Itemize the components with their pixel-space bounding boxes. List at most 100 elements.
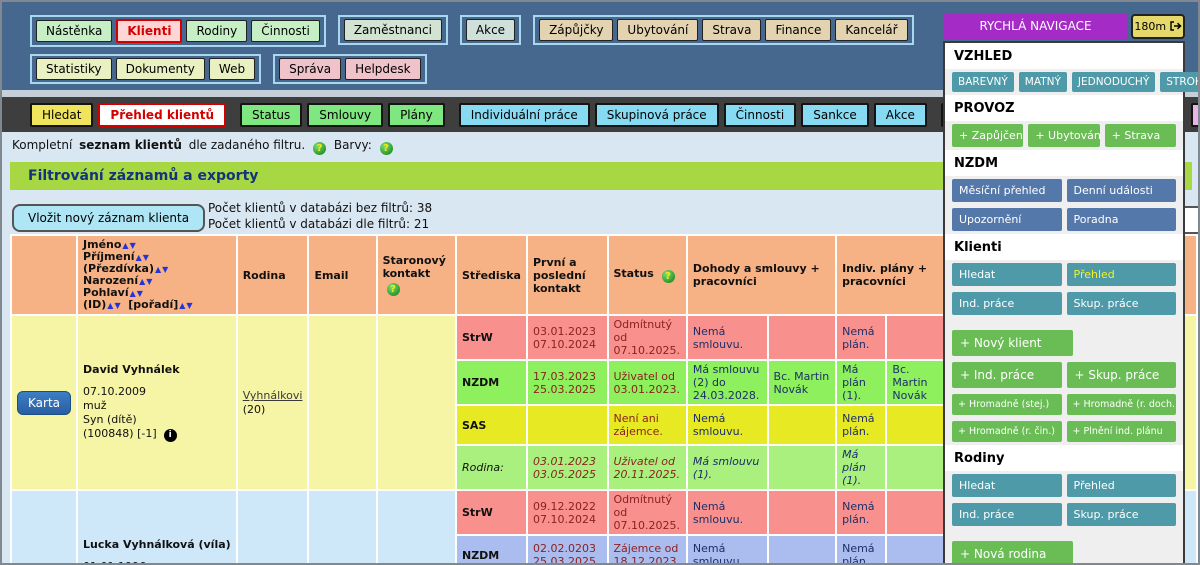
quicknav-nov-rodina[interactable]: + Nová rodina [952, 541, 1073, 565]
help-icon[interactable]: ? [313, 142, 326, 155]
quicknav-p-ehled[interactable]: Přehled [1067, 474, 1177, 497]
sort-asc-icon[interactable]: ▲ [122, 241, 128, 250]
sort-asc-icon[interactable]: ▲ [139, 277, 145, 286]
nav-tab-innosti[interactable]: Činnosti [251, 20, 320, 42]
quicknav-hledat[interactable]: Hledat [952, 263, 1062, 286]
subnav-tab-pl-ny[interactable]: Plány [388, 103, 445, 127]
contract-worker-cell [769, 316, 836, 359]
sort-desc-icon[interactable]: ▼ [143, 253, 149, 262]
quicknav-upozorn-n[interactable]: Upozornění [952, 208, 1062, 231]
contract-text: Nemá smlouvu. [693, 325, 762, 351]
info-icon[interactable]: i [164, 429, 177, 442]
subnav-tab-smlouvy[interactable]: Smlouvy [307, 103, 383, 127]
nav-tab-rodiny[interactable]: Rodiny [186, 20, 247, 42]
panel-section-vzhled: VZHLED [945, 43, 1183, 69]
nav-group: NástěnkaKlientiRodinyČinnosti [30, 15, 326, 47]
contact-date: 07.10.2024 [533, 513, 602, 526]
status-cell: Uživatel od 20.11.2025. [609, 446, 686, 489]
quicknav-p-ehled[interactable]: Přehled [1067, 263, 1177, 286]
center-label: NZDM [457, 536, 526, 565]
quicknav-hledat[interactable]: Hledat [952, 474, 1062, 497]
col-header-centers: Střediska [457, 236, 526, 314]
quicknav-ind-pr-ce[interactable]: Ind. práce [952, 503, 1062, 526]
quicknav-strava[interactable]: + Strava [1105, 124, 1176, 147]
subnav-tab-hledat[interactable]: Hledat [30, 103, 93, 127]
plan-text: Nemá plán. [842, 325, 880, 351]
quicknav-denn-ud-losti[interactable]: Denní události [1067, 179, 1177, 202]
quicknav-ind-pr-ce[interactable]: + Ind. práce [952, 362, 1062, 388]
help-icon[interactable]: ? [380, 142, 393, 155]
contract-cell: Nemá smlouvu. [688, 536, 767, 565]
nav-tab-helpdesk[interactable]: Helpdesk [345, 58, 421, 80]
quicknav-hromadn-r-doch[interactable]: + Hromadně (r. doch.) [1067, 394, 1177, 415]
quicknav-skup-pr-ce[interactable]: + Skup. práce [1067, 362, 1177, 388]
filter-text: dle zadaného filtru. [189, 138, 305, 152]
quicknav-m-s-n-p-ehled[interactable]: Měsíční přehled [952, 179, 1062, 202]
sort-asc-icon[interactable]: ▲ [107, 301, 113, 310]
sort-desc-icon[interactable]: ▼ [162, 265, 168, 274]
nav-tab-dokumenty[interactable]: Dokumenty [116, 58, 205, 80]
family-link[interactable]: Vyhnálkovi [243, 389, 303, 402]
subnav-tab-status[interactable]: Status [240, 103, 302, 127]
quicknav-skup-pr-ce[interactable]: Skup. práce [1067, 292, 1177, 315]
quick-navigation-title[interactable]: RYCHLÁ NAVIGACE [943, 14, 1128, 39]
contact-date: 17.03.2023 [533, 370, 602, 383]
nav-tab-ubytov-n[interactable]: Ubytování [617, 19, 698, 41]
nav-tab-finance[interactable]: Finance [765, 19, 831, 41]
quicknav-ubytov-n[interactable]: + Ubytování [1028, 124, 1099, 147]
sort-asc-icon[interactable]: ▲ [179, 301, 185, 310]
sort-asc-icon[interactable]: ▲ [130, 289, 136, 298]
quicknav-matn[interactable]: MATNÝ [1019, 72, 1067, 92]
subnav-tab-skupinov-pr-ce[interactable]: Skupinová práce [595, 103, 719, 127]
status-text: Uživatel od 03.01.2023. [614, 370, 681, 396]
quicknav-stroh[interactable]: STROHÝ [1160, 72, 1200, 92]
quicknav-skup-pr-ce[interactable]: Skup. práce [1067, 503, 1177, 526]
subnav-tab-individu-ln-pr-ce[interactable]: Individuální práce [459, 103, 590, 127]
count-with-filters: Počet klientů v databázi dle filtrů: 21 [208, 216, 432, 232]
nav-tab-z-p-j-ky[interactable]: Zápůjčky [539, 19, 613, 41]
contract-text: Má smlouvu (2) do 24.03.2028. [693, 363, 762, 402]
sort-desc-icon[interactable]: ▼ [186, 301, 192, 310]
nav-tab-statistiky[interactable]: Statistiky [36, 58, 112, 80]
subnav-tab-p-ehled-klient[interactable]: Přehled klientů [98, 103, 226, 127]
nav-tab-strava[interactable]: Strava [702, 19, 761, 41]
nav-tab-spr-va[interactable]: Správa [279, 58, 341, 80]
nav-tab-kancel[interactable]: Kancelář [835, 19, 907, 41]
new-client-button[interactable]: Vložit nový záznam klienta [12, 204, 205, 232]
nav-tab-klienti[interactable]: Klienti [116, 19, 182, 43]
sort-desc-icon[interactable]: ▼ [114, 301, 120, 310]
sort-desc-icon[interactable]: ▼ [146, 277, 152, 286]
quicknav-ind-pr-ce[interactable]: Ind. práce [952, 292, 1062, 315]
contract-cell: Má smlouvu (1). [688, 446, 767, 489]
sort-desc-icon[interactable]: ▼ [137, 289, 143, 298]
client-card-button[interactable]: Karta [17, 391, 71, 415]
sort-asc-icon[interactable]: ▲ [136, 253, 142, 262]
help-icon[interactable]: ? [387, 283, 400, 296]
quicknav-hromadn-stej[interactable]: + Hromadně (stej.) [952, 394, 1062, 415]
quicknav-barevn[interactable]: BAREVNÝ [952, 72, 1014, 92]
status-cell: Odmítnutý od 07.10.2025. [609, 491, 686, 534]
quicknav-jednoduch[interactable]: JEDNODUCHÝ [1072, 72, 1155, 92]
nav-tab-akce[interactable]: Akce [466, 19, 515, 41]
contact-date: 25.03.2025 [533, 555, 602, 565]
quicknav-nov-klient[interactable]: + Nový klient [952, 330, 1073, 356]
subnav-tab-innosti[interactable]: Činnosti [724, 103, 797, 127]
center-label: NZDM [457, 361, 526, 404]
nav-tab-n-st-nka[interactable]: Nástěnka [36, 20, 112, 42]
subnav-tab-sankce[interactable]: Sankce [801, 103, 869, 127]
client-id: (100848) [-1]i [83, 427, 231, 442]
nav-tab-web[interactable]: Web [209, 58, 255, 80]
sort-asc-icon[interactable]: ▲ [155, 265, 161, 274]
help-icon[interactable]: ? [662, 270, 675, 283]
logout-timer-button[interactable]: 180m [1131, 14, 1185, 39]
subnav-tab-akce[interactable]: Akce [874, 103, 927, 127]
client-card-cell: Karta [12, 316, 76, 489]
sort-desc-icon[interactable]: ▼ [130, 241, 136, 250]
panel-button-row: + Ind. práce+ Skup. práce [945, 359, 1183, 391]
quicknav-pln-n-ind-pl-nu[interactable]: + Plnění ind. plánu [1067, 421, 1177, 442]
quicknav-poradna[interactable]: Poradna [1067, 208, 1177, 231]
subnav-tab-pr-ce-nezn-m-klient-m[interactable]: Práce neznám klientům [1191, 103, 1200, 127]
quicknav-zap-j-en[interactable]: + Zapůjčení [952, 124, 1023, 147]
quicknav-hromadn-r-in[interactable]: + Hromadně (r. čin.) [952, 421, 1062, 442]
nav-tab-zam-stnanci[interactable]: Zaměstnanci [344, 19, 442, 41]
